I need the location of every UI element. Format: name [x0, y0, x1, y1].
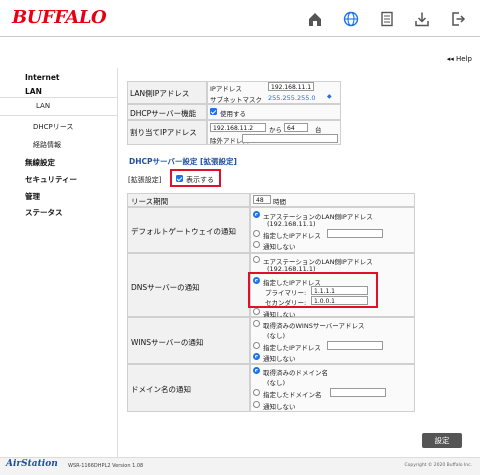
home-icon[interactable]: [306, 10, 324, 28]
domain-opt2-radio[interactable]: [253, 389, 260, 396]
subnet-select[interactable]: 255.255.255.0: [268, 94, 316, 102]
wins-opt3-radio[interactable]: [253, 353, 260, 360]
nav-active-row: [0, 97, 117, 116]
domain-opt1-label: 取得済みのドメイン名: [263, 369, 328, 377]
subnet-label: サブネットマスク: [210, 96, 262, 104]
lease-input[interactable]: 48: [253, 195, 271, 204]
ip-address-input[interactable]: 192.168.11.1: [268, 82, 314, 91]
buffalo-logo: BUFFALO: [12, 7, 107, 28]
assign-start-input[interactable]: 192.168.11.2: [210, 123, 266, 132]
dns-opt3-radio[interactable]: [253, 308, 260, 315]
wins-opt1-radio[interactable]: [253, 320, 260, 327]
document-icon[interactable]: [378, 10, 396, 28]
domain-opt3-label: 通知しない: [263, 403, 296, 411]
dhcp-func-label: DHCPサーバー機能: [130, 109, 197, 118]
save-button[interactable]: 設定: [422, 433, 462, 448]
gateway-label: デフォルトゲートウェイの通知: [131, 227, 236, 236]
exclude-input[interactable]: [242, 134, 338, 143]
domain-opt3-radio[interactable]: [253, 401, 260, 408]
nav-admin[interactable]: 管理: [25, 191, 40, 202]
wins-opt1-label: 取得済みのWINSサーバーアドレス: [263, 322, 365, 330]
nav-wireless[interactable]: 無線設定: [25, 157, 55, 168]
globe-icon[interactable]: [342, 10, 360, 28]
ip-address-label: IPアドレス: [210, 85, 242, 93]
assign-label: 割り当てIPアドレス: [130, 128, 197, 137]
lease-unit: 時間: [273, 198, 286, 206]
firmware-version: WSR-1166DHPL2 Version 1.08: [68, 463, 144, 469]
assign-count-input[interactable]: 64: [284, 123, 308, 132]
wins-opt2-radio[interactable]: [253, 342, 260, 349]
dhcp-section-title: DHCPサーバー設定 [拡張設定]: [129, 157, 237, 166]
gateway-ip-input[interactable]: [327, 229, 383, 238]
wins-opt2-label: 指定したIPアドレス: [263, 344, 321, 352]
nav-dhcp-lease[interactable]: DHCPリース: [33, 122, 73, 132]
assign-from-text: から: [269, 126, 282, 134]
nav-security[interactable]: セキュリティー: [25, 174, 77, 185]
logout-icon[interactable]: [449, 10, 467, 28]
domain-label: ドメイン名の通知: [131, 385, 191, 394]
domain-opt2-label: 指定したドメイン名: [263, 391, 322, 399]
wins-ip-input[interactable]: [327, 341, 383, 350]
ext-settings-label: [拡張設定]: [128, 176, 162, 184]
dns-label: DNSサーバーの通知: [131, 283, 200, 292]
nav-lan-sub[interactable]: LAN: [36, 102, 50, 110]
wins-opt3-label: 通知しない: [263, 355, 296, 363]
gateway-opt1-sub: (192.168.11.1): [267, 220, 316, 228]
help-link[interactable]: ◂◂ Help: [447, 55, 472, 63]
dhcp-use-checkbox[interactable]: [210, 108, 217, 115]
gateway-opt3-label: 通知しない: [263, 243, 296, 251]
wins-label: WINSサーバーの通知: [131, 338, 204, 347]
airstation-logo: AirStation: [6, 459, 58, 469]
subnet-dropdown-icon[interactable]: ◆: [327, 93, 332, 100]
wins-opt1-sub: (なし): [267, 332, 286, 340]
highlight-dns: [248, 272, 378, 308]
nav-lan[interactable]: LAN: [25, 87, 42, 96]
dhcp-use-label: 使用する: [220, 110, 246, 118]
lan-ip-label: LAN側IPアドレス: [130, 89, 190, 98]
lease-label: リース期間: [131, 197, 169, 206]
top-header: BUFFALO: [0, 0, 480, 36]
gateway-opt2-label: 指定したIPアドレス: [263, 232, 321, 240]
domain-opt1-radio[interactable]: [253, 367, 260, 374]
domain-name-input[interactable]: [330, 388, 386, 397]
domain-opt1-sub: (なし): [267, 379, 286, 387]
gateway-opt1-radio[interactable]: [253, 211, 260, 218]
gateway-opt3-radio[interactable]: [253, 241, 260, 248]
highlight-show-ext: [170, 169, 221, 187]
nav-internet[interactable]: Internet: [25, 73, 60, 82]
assign-unit-text: 台: [315, 126, 322, 134]
gateway-opt2-radio[interactable]: [253, 230, 260, 237]
header-divider: [0, 36, 480, 37]
copyright-text: Copyright © 2020 Buffalo Inc.: [404, 463, 472, 468]
dns-opt1-radio[interactable]: [253, 256, 260, 263]
nav-status[interactable]: ステータス: [25, 207, 63, 218]
nav-route[interactable]: 経路情報: [33, 140, 61, 150]
download-icon[interactable]: [413, 10, 431, 28]
